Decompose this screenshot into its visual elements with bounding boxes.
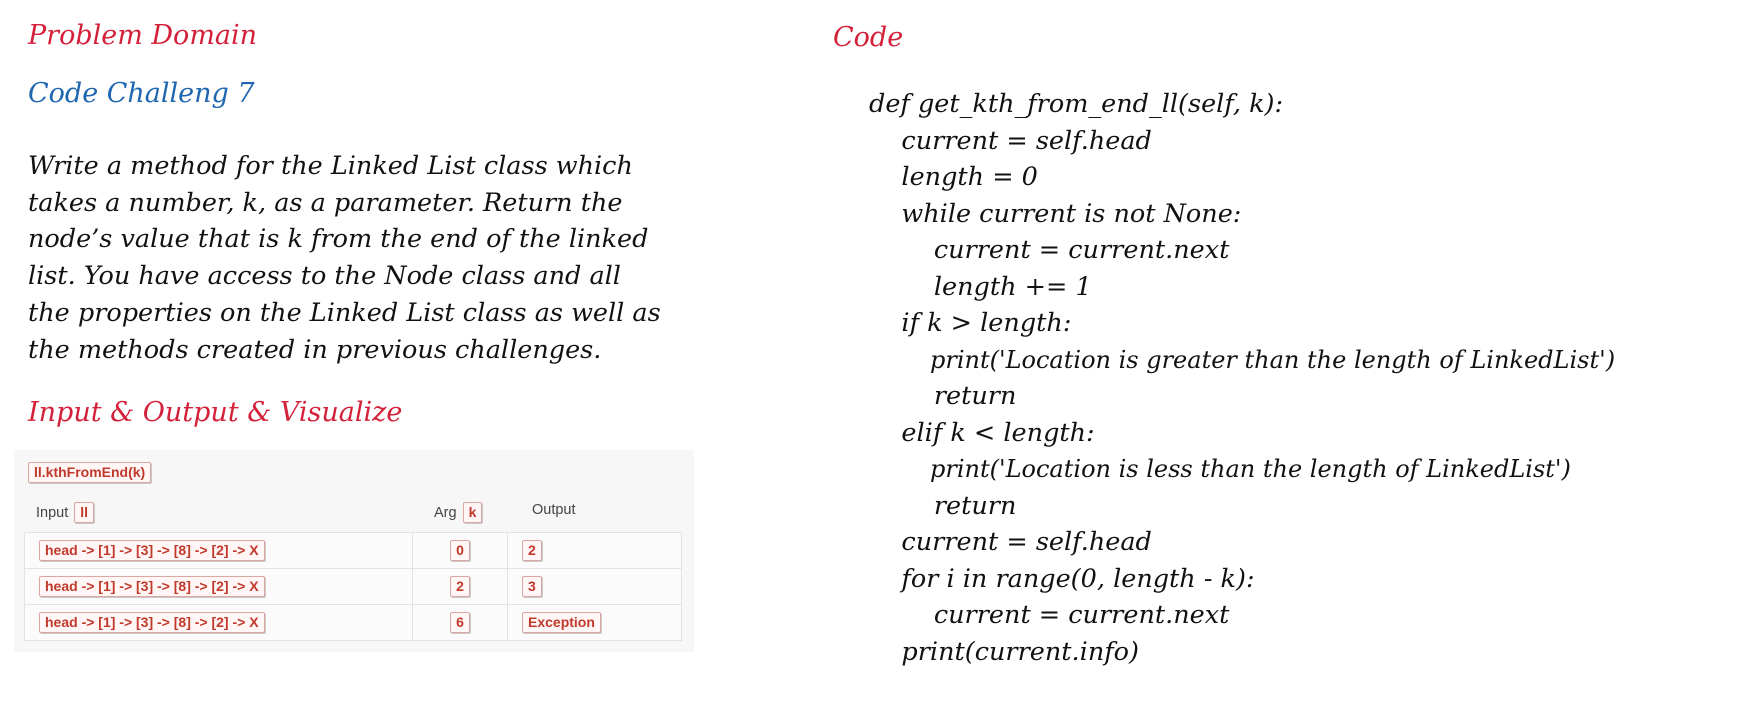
code-line: elif k < length: [869,417,1095,448]
code-line: print(current.info) [869,636,1139,667]
arg-header: Arg k [434,502,483,523]
output-header-label: Output [532,502,576,518]
table-row: head -> [1] -> [3] -> [8] -> [2] -> X 0 … [24,532,682,569]
description-line: node’s value that is k from the end of t… [28,224,649,255]
input-cell: head -> [1] -> [3] -> [8] -> [2] -> X [39,612,265,633]
table-row: head -> [1] -> [3] -> [8] -> [2] -> X 2 … [24,568,682,605]
problem-domain-heading: Problem Domain [28,20,258,51]
output-cell: 2 [522,540,542,561]
arg-header-chip: k [462,502,483,523]
input-cell: head -> [1] -> [3] -> [8] -> [2] -> X [39,576,265,597]
description-line: the methods created in previous challeng… [28,334,602,365]
problem-description: Write a method for the Linked List class… [28,148,718,368]
code-line: for i in range(0, length - k): [869,563,1255,594]
code-line: length = 0 [869,162,1038,192]
code-line: current = current.next [869,235,1230,265]
visualize-heading: Input & Output & Visualize [28,397,403,428]
challenge-title: Code Challeng 7 [28,78,255,109]
code-line: current = self.head [869,527,1152,557]
code-line: print('Location is less than the length … [869,455,1571,483]
code-line: if k > length: [869,308,1072,338]
table-row: head -> [1] -> [3] -> [8] -> [2] -> X 6 … [24,604,682,641]
input-header-label: Input [36,505,69,521]
code-block: def get_kth_from_end_ll(self, k): curren… [869,86,1615,670]
code-line: current = self.head [869,125,1152,156]
description-line: the properties on the Linked List class … [28,297,661,328]
function-chip: ll.kthFromEnd(k) [28,462,152,483]
description-line: Write a method for the Linked List class… [28,151,633,181]
arg-cell: 6 [450,612,470,633]
code-line: while current is not None: [869,198,1242,229]
code-line: current = current.next [869,600,1230,630]
arg-cell: 2 [450,576,470,597]
code-line: print('Location is greater than the leng… [869,345,1616,374]
code-line: length += 1 [869,271,1092,302]
output-cell: 3 [522,576,542,597]
input-cell: head -> [1] -> [3] -> [8] -> [2] -> X [39,540,265,561]
input-header: Input ll [36,502,95,523]
code-line: def get_kth_from_end_ll(self, k): [869,89,1284,119]
code-heading: Code [833,22,904,53]
code-line: return [869,490,1017,521]
examples-table: head -> [1] -> [3] -> [8] -> [2] -> X 0 … [24,532,682,641]
output-header: Output [532,502,576,518]
arg-cell: 0 [450,540,470,561]
output-cell: Exception [522,612,601,633]
arg-header-label: Arg [434,505,457,521]
description-line: takes a number, k, as a parameter. Retur… [28,187,623,218]
example-panel: ll.kthFromEnd(k) Input ll Arg k Output hea… [14,450,694,652]
description-line: list. You have access to the Node class … [28,261,621,292]
code-line: return [869,381,1017,411]
input-header-chip: ll [74,502,95,523]
